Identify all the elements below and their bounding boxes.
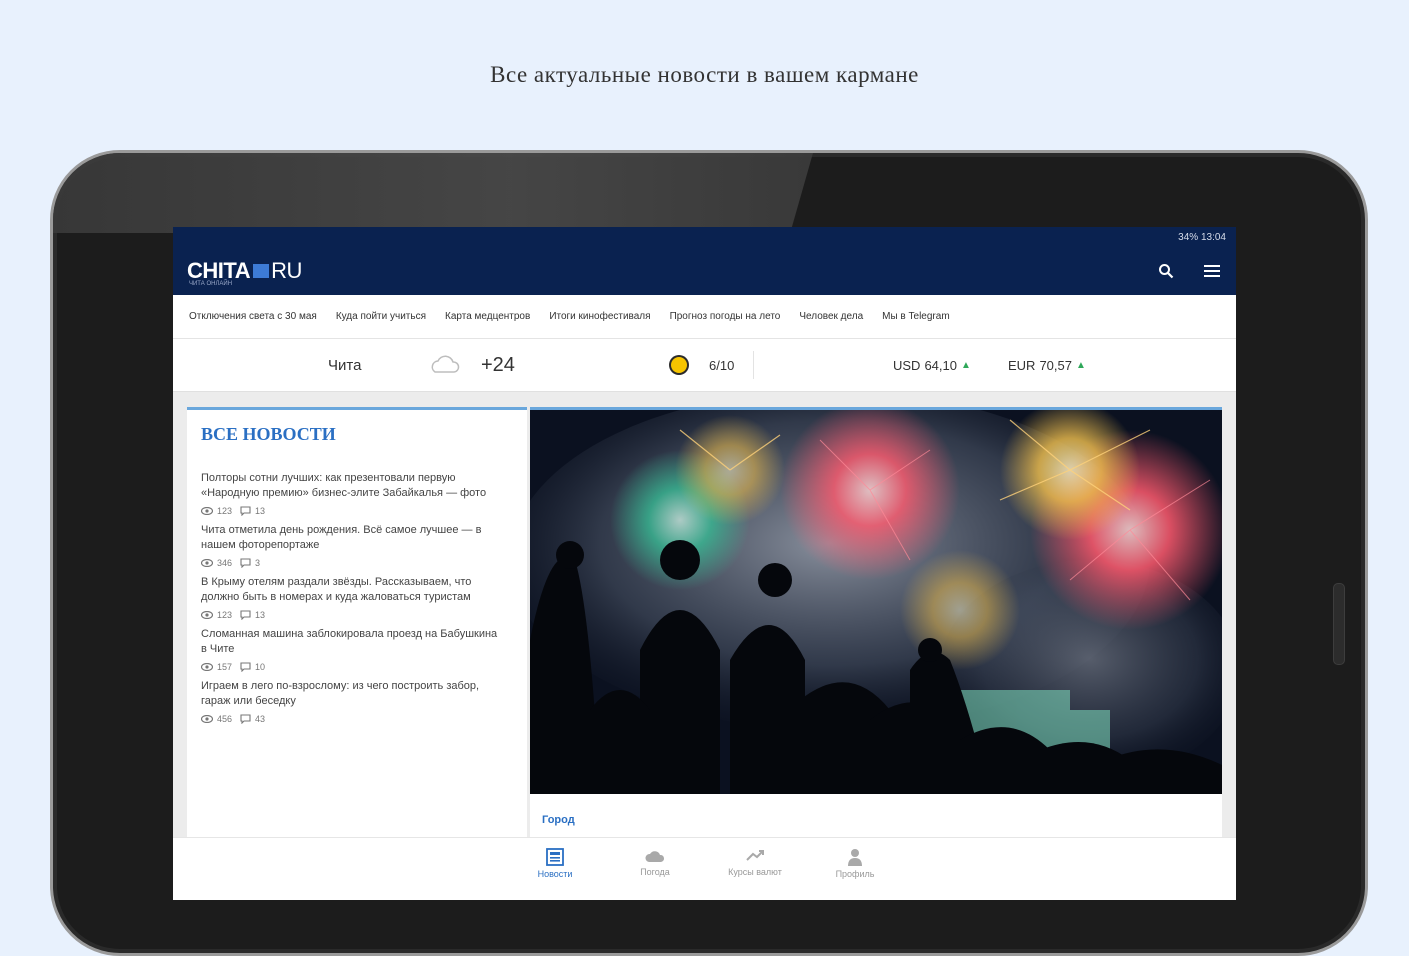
comment-icon [240,610,251,620]
eye-icon [201,559,213,567]
quick-link[interactable]: Мы в Telegram [882,311,950,322]
geomagnetic-score[interactable]: 6/10 [709,358,734,373]
trend-up-icon: ▲ [961,359,971,371]
bottom-navigation: Новости Погода Курсы валют Профиль [173,837,1236,900]
quick-link[interactable]: Карта медцентров [445,311,530,322]
comment-icon [240,714,251,724]
quick-link[interactable]: Прогноз погоды на лето [670,311,781,322]
nav-profile-label: Профиль [835,869,875,879]
divider [753,351,754,379]
news-meta: 123 13 [201,506,501,516]
main-content: ВСЕ НОВОСТИ Полторы сотни лучших: как пр… [187,407,1222,840]
app-screen: 34% 13:04 CHITA RU ЧИТА ОНЛАЙН Отключени… [173,227,1236,900]
comments-count: 3 [255,558,261,568]
quick-link[interactable]: Человек дела [799,311,863,322]
news-title[interactable]: Полторы сотни лучших: как презентовали п… [201,471,501,501]
comment-icon [240,506,251,516]
menu-button[interactable] [1202,261,1222,281]
magnetic-storm-icon [669,355,689,375]
comments-count: 43 [255,714,266,724]
quick-link[interactable]: Отключения света с 30 мая [189,311,317,322]
brand-tld: RU [271,258,302,283]
nav-news[interactable]: Новости [515,848,595,879]
eye-icon [201,663,213,671]
nav-currency-label: Курсы валют [728,867,782,877]
views-count: 456 [217,714,233,724]
news-item[interactable]: Играем в лего по-взрослому: из чего пост… [201,679,501,724]
screen-glare [53,153,813,233]
cloud-icon [431,355,460,373]
views-count: 123 [217,610,233,620]
news-meta: 123 13 [201,610,501,620]
eur-label: EUR [1008,357,1036,373]
currency-icon [746,850,764,861]
eur-rate[interactable]: EUR 70,57 ▲ [1008,358,1086,373]
hero-article[interactable]: Город [530,407,1222,840]
usd-label: USD [893,357,921,373]
news-list: Полторы сотни лучших: как презентовали п… [201,471,501,724]
app-bar: CHITA RU ЧИТА ОНЛАЙН [173,247,1236,295]
nav-profile[interactable]: Профиль [815,848,895,879]
news-title[interactable]: Сломанная машина заблокировала проезд на… [201,627,501,657]
hero-category[interactable]: Город [542,814,575,826]
quick-links-bar: Отключения света с 30 мая Куда пойти учи… [173,295,1236,339]
quick-link[interactable]: Итоги кинофестиваля [549,311,650,322]
brand-subtitle: ЧИТА ОНЛАЙН [189,281,233,287]
views-count: 123 [217,506,233,516]
status-text: 34% 13:04 [1178,231,1226,243]
newspaper-icon [546,848,564,866]
status-bar: 34% 13:04 [173,227,1236,247]
comments-count: 13 [255,610,266,620]
news-meta: 346 3 [201,558,501,568]
news-title[interactable]: В Крыму отелям раздали звёзды. Рассказыв… [201,575,501,605]
usd-rate[interactable]: USD 64,10 ▲ [893,358,971,373]
info-bar: Чита +24 6/10 USD 64,10 ▲ EUR 70,57 ▲ [173,339,1236,392]
menu-list-icon [1204,265,1220,277]
search-icon [1159,264,1174,279]
news-item[interactable]: Чита отметила день рождения. Всё самое л… [201,523,501,568]
eur-value: 70,57 [1039,357,1072,373]
nav-currency[interactable]: Курсы валют [715,848,795,877]
cloud-icon [645,851,665,862]
nav-weather-label: Погода [640,867,670,877]
comments-count: 13 [255,506,266,516]
news-item[interactable]: Сломанная машина заблокировала проезд на… [201,627,501,672]
news-title[interactable]: Чита отметила день рождения. Всё самое л… [201,523,501,553]
tablet-side-button [1333,583,1345,665]
person-icon [848,849,862,866]
news-item[interactable]: Полторы сотни лучших: как презентовали п… [201,471,501,516]
news-title[interactable]: Играем в лего по-взрослому: из чего пост… [201,679,501,709]
nav-weather[interactable]: Погода [615,848,695,877]
eye-icon [201,507,213,515]
logo-mark-icon [253,264,270,278]
trend-up-icon: ▲ [1076,359,1086,371]
news-feed-panel: ВСЕ НОВОСТИ Полторы сотни лучших: как пр… [187,407,527,840]
usd-value: 64,10 [924,357,957,373]
views-count: 157 [217,662,233,672]
news-item[interactable]: В Крыму отелям раздали звёзды. Рассказыв… [201,575,501,620]
eye-icon [201,611,213,619]
promo-tagline: Все актуальные новости в вашем кармане [490,62,919,87]
comment-icon [240,662,251,672]
news-meta: 157 10 [201,662,501,672]
nav-news-label: Новости [537,869,573,879]
temperature[interactable]: +24 [481,354,515,377]
news-meta: 456 43 [201,714,501,724]
comment-icon [240,558,251,568]
feed-title[interactable]: ВСЕ НОВОСТИ [201,424,527,445]
quick-link[interactable]: Куда пойти учиться [336,311,426,322]
hero-image[interactable] [530,410,1222,794]
views-count: 346 [217,558,233,568]
comments-count: 10 [255,662,266,672]
search-button[interactable] [1156,261,1176,281]
eye-icon [201,715,213,723]
city-name[interactable]: Чита [328,357,361,374]
